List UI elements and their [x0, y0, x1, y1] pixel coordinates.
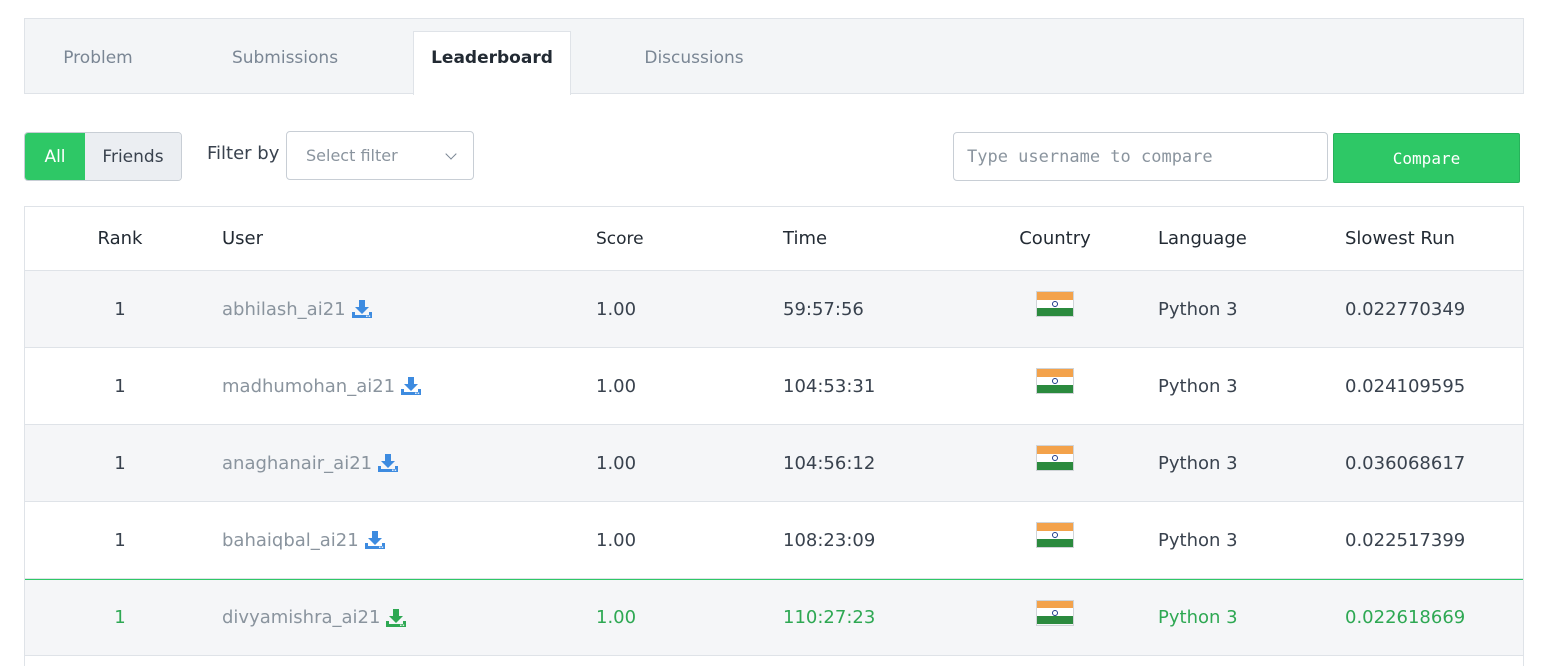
rank-cell: 1 — [114, 298, 126, 320]
score-cell: 1.00 — [596, 375, 637, 397]
score-cell: 1.00 — [596, 298, 637, 320]
india-flag-icon — [1036, 368, 1074, 394]
table-row: 1 madhumohan_ai21 1.00 104:53:31 Python … — [25, 348, 1523, 425]
friends-button[interactable]: Friends — [85, 133, 181, 180]
india-flag-icon — [1036, 522, 1074, 548]
scope-toggle: All Friends — [24, 132, 182, 181]
username-link[interactable]: madhumohan_ai21 — [222, 376, 395, 397]
header-country: Country — [1019, 228, 1091, 249]
slowest-run-cell: 0.022770349 — [1345, 298, 1466, 320]
language-cell: Python 3 — [1158, 452, 1238, 474]
table-header: Rank User Score Time Country Language Sl… — [25, 207, 1523, 271]
header-rank: Rank — [97, 228, 143, 249]
slowest-run-cell: 0.036068617 — [1345, 452, 1466, 474]
user-cell: divyamishra_ai21 — [222, 580, 407, 655]
compare-username-input[interactable] — [953, 132, 1328, 181]
user-cell: anaghanair_ai21 — [222, 425, 399, 501]
time-cell: 104:56:12 — [783, 452, 876, 474]
score-cell: 1.00 — [596, 607, 637, 628]
username-link[interactable]: anaghanair_ai21 — [222, 453, 372, 474]
user-cell: madhumohan_ai21 — [222, 348, 422, 424]
tab-bar: Problem Submissions Leaderboard Discussi… — [24, 18, 1524, 95]
tab-discussions[interactable]: Discussions — [623, 19, 765, 94]
download-icon[interactable] — [364, 530, 386, 550]
header-time: Time — [783, 228, 828, 249]
header-slowest-run: Slowest Run — [1345, 228, 1455, 249]
compare-button[interactable]: Compare — [1333, 133, 1520, 183]
rank-cell: 1 — [114, 452, 126, 474]
india-flag-icon — [1036, 599, 1074, 626]
header-user: User — [222, 228, 264, 249]
download-icon[interactable] — [385, 608, 407, 628]
leaderboard-table: Rank User Score Time Country Language Sl… — [24, 206, 1524, 666]
time-cell: 110:27:23 — [783, 607, 876, 628]
table-row: 1 divyamishra_ai21 1.00 110:27:23 Python… — [25, 579, 1523, 656]
user-cell: bahaiqbal_ai21 — [222, 502, 386, 578]
country-cell — [1015, 425, 1095, 501]
country-cell — [1015, 271, 1095, 347]
time-cell: 59:57:56 — [783, 298, 864, 320]
table-row: 1 bahaiqbal_ai21 1.00 108:23:09 Python 3… — [25, 502, 1523, 579]
slowest-run-cell: 0.022517399 — [1345, 529, 1466, 551]
user-cell: abhilash_ai21 — [222, 271, 373, 347]
username-link[interactable]: abhilash_ai21 — [222, 299, 346, 320]
language-cell: Python 3 — [1158, 298, 1238, 320]
all-button[interactable]: All — [25, 133, 85, 180]
tab-problem[interactable]: Problem — [25, 19, 171, 94]
download-icon[interactable] — [351, 299, 373, 319]
table-row: 1 abhilash_ai21 1.00 59:57:56 Python 3 0… — [25, 271, 1523, 348]
table-row: 1 anaghanair_ai21 1.00 104:56:12 Python … — [25, 425, 1523, 502]
slowest-run-cell: 0.022618669 — [1345, 607, 1466, 628]
language-cell: Python 3 — [1158, 529, 1238, 551]
header-language: Language — [1158, 228, 1247, 249]
download-icon[interactable] — [400, 376, 422, 396]
country-cell — [1015, 580, 1095, 655]
score-cell: 1.00 — [596, 529, 637, 551]
score-cell: 1.00 — [596, 452, 637, 474]
time-cell: 104:53:31 — [783, 375, 876, 397]
india-flag-icon — [1036, 445, 1074, 471]
chevron-down-icon — [445, 148, 457, 160]
india-flag-icon — [1036, 291, 1074, 317]
rank-cell: 1 — [114, 607, 126, 628]
username-link[interactable]: divyamishra_ai21 — [222, 607, 380, 628]
country-cell — [1015, 348, 1095, 424]
filter-select-placeholder: Select filter — [306, 146, 398, 165]
language-cell: Python 3 — [1158, 607, 1238, 628]
tab-leaderboard[interactable]: Leaderboard — [413, 31, 571, 95]
filter-select[interactable]: Select filter — [286, 131, 474, 180]
download-icon[interactable] — [377, 453, 399, 473]
country-cell — [1015, 502, 1095, 578]
header-score: Score — [596, 228, 644, 249]
username-link[interactable]: bahaiqbal_ai21 — [222, 530, 359, 551]
tab-submissions[interactable]: Submissions — [197, 19, 373, 94]
filter-by-label: Filter by — [207, 143, 280, 164]
rank-cell: 1 — [114, 375, 126, 397]
time-cell: 108:23:09 — [783, 529, 876, 551]
slowest-run-cell: 0.024109595 — [1345, 375, 1466, 397]
rank-cell: 1 — [114, 529, 126, 551]
language-cell: Python 3 — [1158, 375, 1238, 397]
